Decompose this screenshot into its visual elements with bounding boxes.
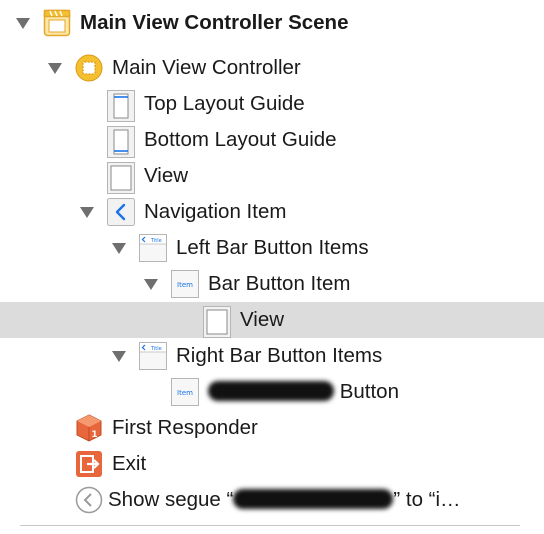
right-button-suffix: Button [339,380,399,403]
bar-button-item-label: Bar Button Item [208,272,351,295]
disclosure-triangle-icon[interactable] [144,279,158,290]
bar-button-item-icon: Item [171,378,199,406]
view-label: View [144,164,189,187]
outline-row-nested-view[interactable]: View [0,302,544,338]
outline-row-top-layout-guide[interactable]: Top Layout Guide [0,86,544,122]
disclosure-triangle-icon[interactable] [112,243,126,254]
view-controller-label: Main View Controller [112,56,301,79]
redacted-text [208,381,334,401]
disclosure-triangle-icon[interactable] [80,207,94,218]
disclosure-triangle-icon[interactable] [48,63,62,74]
left-bar-button-items-label: Left Bar Button Items [176,236,369,259]
layout-guide-icon [107,126,135,158]
navigation-item-icon [107,198,135,226]
redacted-text [233,489,394,509]
bar-button-items-icon: Title [139,234,167,262]
scene-title: Main View Controller Scene [80,11,349,34]
outline-row-view-controller[interactable]: Main View Controller [0,50,544,86]
outline-row-navigation-item[interactable]: Navigation Item [0,194,544,230]
bar-button-item-icon: Item [171,270,199,298]
disclosure-triangle-icon[interactable] [112,351,126,362]
first-responder-icon: 1 [75,414,103,442]
navigation-item-label: Navigation Item [144,200,287,223]
document-outline: Main View Controller Scene Main View Con… [0,0,544,534]
title-badge: Title [150,346,162,352]
outline-row-exit[interactable]: Exit [0,446,544,482]
exit-label: Exit [112,452,147,475]
top-layout-guide-label: Top Layout Guide [144,92,305,115]
view-icon [203,306,231,338]
segue-prefix: Show segue “ [108,488,234,511]
exit-icon [75,450,103,478]
disclosure-triangle-icon[interactable] [16,18,30,29]
right-bar-button-items-label: Right Bar Button Items [176,344,383,367]
svg-text:1: 1 [91,430,97,440]
item-badge: Item [177,281,193,289]
title-badge: Title [150,238,162,244]
outline-row-scene[interactable]: Main View Controller Scene [0,5,544,41]
storyboard-scene-icon [43,9,71,37]
segue-suffix: ” to “i… [393,488,461,511]
view-controller-icon [75,54,103,82]
outline-row-bar-button-item[interactable]: Item Bar Button Item [0,266,544,302]
nested-view-label: View [240,308,285,331]
outline-row-right-button[interactable]: Item Button [0,374,544,410]
view-icon [107,162,135,194]
segue-icon [75,486,103,514]
bar-button-items-icon: Title [139,342,167,370]
outline-row-right-bar-button-items[interactable]: Title Right Bar Button Items [0,338,544,374]
item-badge: Item [177,389,193,397]
bottom-layout-guide-label: Bottom Layout Guide [144,128,337,151]
outline-row-first-responder[interactable]: 1 First Responder [0,410,544,446]
outline-row-left-bar-button-items[interactable]: Title Left Bar Button Items [0,230,544,266]
outline-row-segue[interactable]: Show segue “ ” to “i… [0,482,544,518]
outline-row-bottom-layout-guide[interactable]: Bottom Layout Guide [0,122,544,158]
layout-guide-icon [107,90,135,122]
first-responder-label: First Responder [112,416,258,439]
outline-divider [20,525,520,526]
outline-row-view[interactable]: View [0,158,544,194]
segue-label: Show segue “ ” to “i… [108,488,461,512]
right-button-label: Button [208,380,399,404]
